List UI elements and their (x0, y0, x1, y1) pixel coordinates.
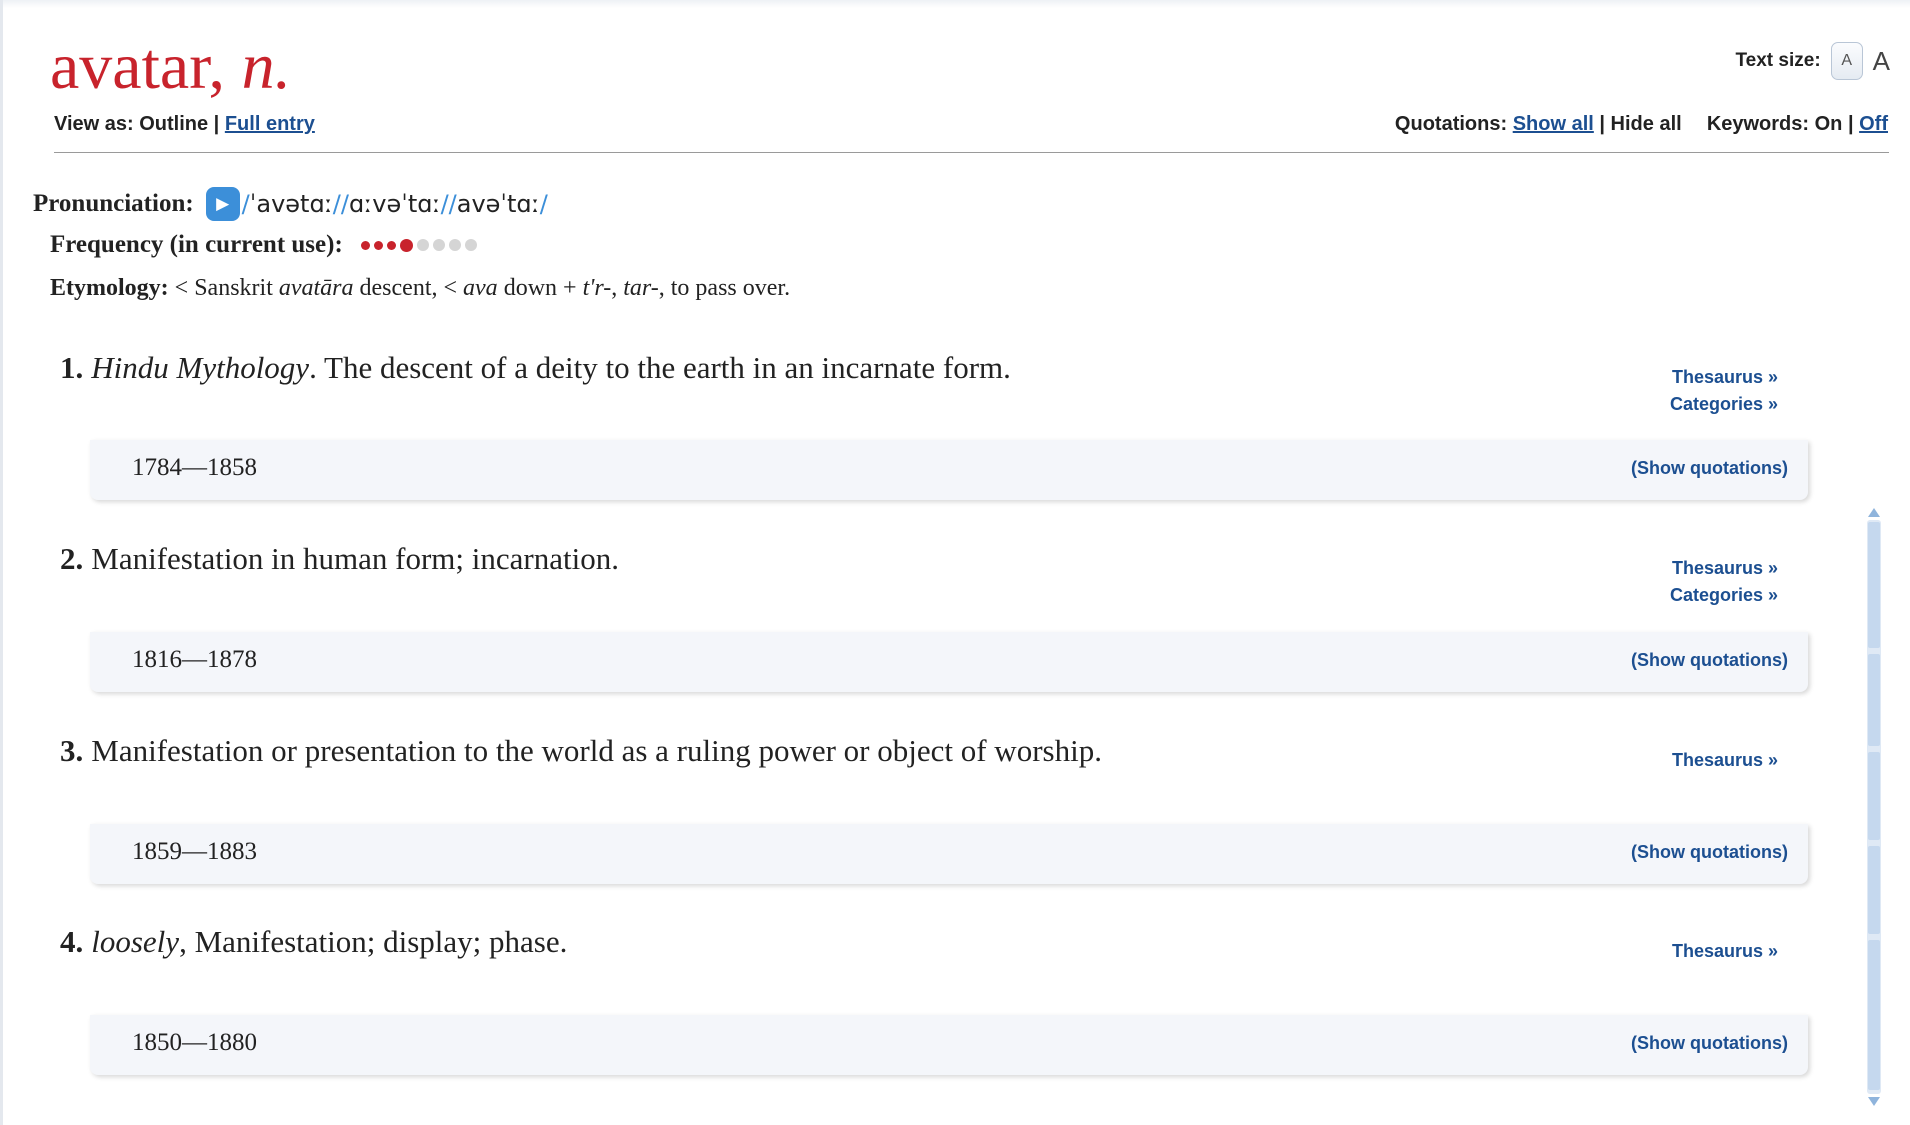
sense-number: 4. (60, 924, 84, 959)
scrollbar-track[interactable] (1867, 520, 1881, 1094)
frequency-dot-filled (399, 238, 413, 252)
etymology-row: Etymology: < Sanskrit avatāra descent, <… (50, 275, 790, 302)
ipa-variant-1: ˈavətɑː (249, 190, 333, 218)
show-quotations-button[interactable]: (Show quotations) (1631, 650, 1788, 671)
sense-number: 2. (60, 541, 84, 576)
sense-definition: 2. Manifestation in human form; incarnati… (60, 541, 619, 577)
hide-all-quotations[interactable]: | Hide all (1599, 113, 1681, 135)
view-as-label: View as: Outline | (54, 113, 220, 135)
quotation-summary: 1784—1858 (Show quotations) (90, 440, 1808, 500)
frequency-dot-empty (448, 239, 461, 251)
sense-links: Thesaurus » (1672, 938, 1778, 965)
frequency-label: Frequency (in current use): (50, 231, 343, 258)
show-quotations-button[interactable]: (Show quotations) (1631, 1033, 1788, 1054)
show-all-quotations-link[interactable]: Show all (1513, 113, 1594, 135)
thesaurus-link[interactable]: Thesaurus » (1670, 555, 1778, 582)
frequency-dot-empty (464, 239, 477, 251)
sense-label: Hindu Mythology (91, 350, 310, 385)
sense-text: Manifestation or presentation to the wor… (91, 733, 1102, 768)
scrollbar-segment[interactable] (1868, 522, 1880, 648)
window-top-strip (0, 0, 1910, 8)
keywords-off-link[interactable]: Off (1859, 113, 1888, 135)
quotation-summary: 1850—1880 (Show quotations) (90, 1015, 1808, 1075)
thesaurus-link[interactable]: Thesaurus » (1670, 364, 1778, 391)
sense-text: , Manifestation; display; phase. (179, 924, 568, 959)
date-range: 1859—1883 (132, 838, 257, 865)
sense-text: Manifestation in human form; incarnation… (91, 541, 619, 576)
scrollbar-segment[interactable] (1868, 752, 1880, 840)
part-of-speech: n. (241, 30, 292, 103)
thesaurus-link[interactable]: Thesaurus » (1672, 938, 1778, 965)
ipa-variant-2: ɑːvəˈtɑː (348, 190, 441, 218)
categories-link[interactable]: Categories » (1670, 391, 1778, 418)
scroll-down-arrow-icon[interactable] (1868, 1097, 1880, 1106)
frequency-dot-filled (386, 240, 396, 250)
frequency-dot-empty (416, 239, 429, 251)
full-entry-link[interactable]: Full entry (225, 113, 315, 135)
sense-number: 1. (60, 350, 84, 385)
quotation-summary: 1816—1878 (Show quotations) (90, 632, 1808, 692)
frequency-dot-filled (373, 240, 383, 250)
show-quotations-button[interactable]: (Show quotations) (1631, 458, 1788, 479)
keywords-label: Keywords: On | (1706, 113, 1854, 135)
sense-definition: 4. loosely, Manifestation; display; phase… (60, 924, 567, 960)
etymology-term: t'r- (582, 275, 612, 301)
etymology-label: Etymology: (50, 275, 169, 301)
text-size-label: Text size: (1735, 50, 1821, 71)
frequency-dot-empty (432, 239, 445, 251)
header-divider (54, 152, 1889, 153)
pronunciation-row: Pronunciation: ▶ /ˈavətɑː//ɑːvəˈtɑː//avə… (33, 187, 548, 221)
vertical-scrollbar[interactable] (1867, 508, 1881, 1106)
sense-number: 3. (60, 733, 84, 768)
etymology-term: tar- (623, 275, 659, 301)
frequency-dot-filled (360, 240, 370, 250)
date-range: 1816—1878 (132, 646, 257, 673)
etymology-text: , (611, 275, 624, 301)
categories-link[interactable]: Categories » (1670, 582, 1778, 609)
date-range: 1850—1880 (132, 1029, 257, 1056)
scroll-up-arrow-icon[interactable] (1868, 508, 1880, 517)
scrollbar-segment[interactable] (1868, 654, 1880, 746)
etymology-text: descent, < (353, 275, 464, 301)
date-range: 1784—1858 (132, 454, 257, 481)
window-left-edge (0, 0, 3, 1125)
sense-links: Thesaurus » Categories » (1670, 555, 1778, 609)
text-size-small-button[interactable]: A (1830, 42, 1863, 80)
etymology-term: ava (463, 275, 498, 301)
ipa-variant-3: avəˈtɑː (456, 190, 540, 218)
scrollbar-segment[interactable] (1868, 846, 1880, 934)
quotation-keyword-toolbar: Quotations: Show all | Hide all Keywords… (1395, 113, 1888, 136)
etymology-term: avatāra (278, 275, 354, 301)
sense-label: loosely (91, 924, 180, 959)
show-quotations-button[interactable]: (Show quotations) (1631, 842, 1788, 863)
text-size-large-button[interactable]: A (1873, 46, 1890, 77)
frequency-indicator (360, 238, 477, 252)
quotations-label: Quotations: (1394, 113, 1508, 135)
sense-definition: 3. Manifestation or presentation to the w… (60, 733, 1102, 769)
scrollbar-segment[interactable] (1868, 940, 1880, 1090)
sense-links: Thesaurus » (1672, 747, 1778, 774)
headword-title: avatar, n. (50, 22, 291, 112)
view-as-bar: View as: Outline | Full entry (54, 113, 315, 136)
sense-links: Thesaurus » Categories » (1670, 364, 1778, 418)
sense-text: . The descent of a deity to the earth in… (309, 350, 1011, 385)
etymology-text: down + (497, 275, 583, 301)
etymology-text: , to pass over. (658, 275, 791, 301)
headword-text: avatar, (50, 30, 226, 103)
pronunciation-ipa: /ˈavətɑː//ɑːvəˈtɑː//avəˈtɑː/ (241, 190, 548, 218)
quotation-summary: 1859—1883 (Show quotations) (90, 824, 1808, 884)
pronunciation-label: Pronunciation: (33, 190, 194, 217)
sense-definition: 1. Hindu Mythology. The descent of a deit… (60, 350, 1011, 386)
play-icon[interactable]: ▶ (205, 187, 240, 221)
frequency-row: Frequency (in current use): (50, 231, 477, 259)
text-size-control: Text size: A A (1735, 42, 1890, 80)
thesaurus-link[interactable]: Thesaurus » (1672, 747, 1778, 774)
etymology-text: < Sanskrit (168, 275, 279, 301)
